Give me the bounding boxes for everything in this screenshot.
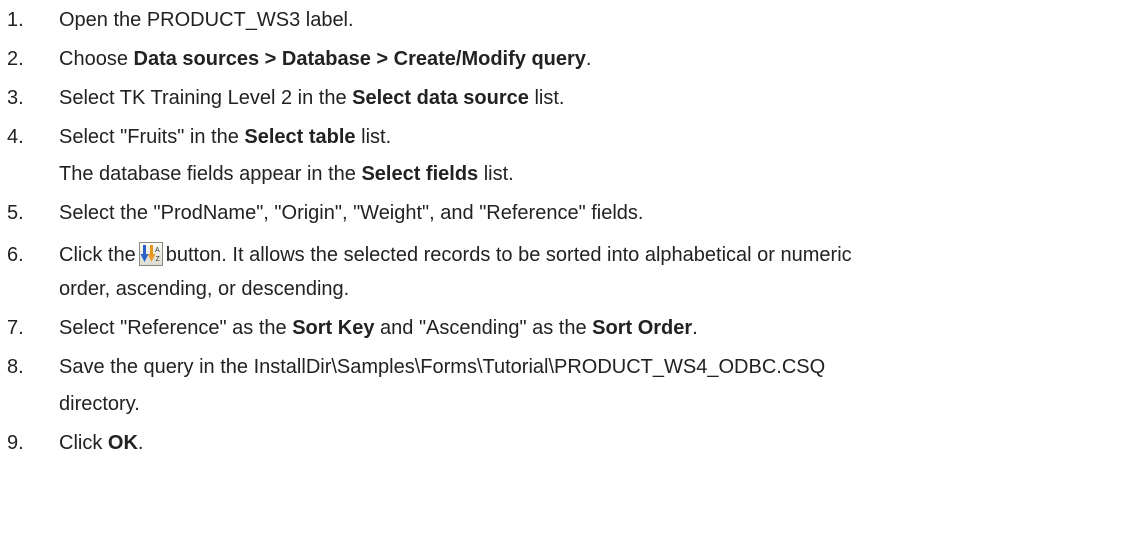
select-data-source-term: Select data source xyxy=(352,87,529,109)
sort-records-icon: A Z xyxy=(138,242,163,266)
step-text: directory. xyxy=(59,393,140,415)
step-text: Open the PRODUCT_WS3 label. xyxy=(59,9,354,31)
step-number: 4. xyxy=(7,126,24,148)
step-text: Save the query in the InstallDir\Samples… xyxy=(59,356,826,378)
svg-text:Z: Z xyxy=(155,256,160,263)
step-number: 7. xyxy=(7,317,24,339)
step-text: The database fields appear in the Select… xyxy=(59,163,514,185)
step-text: Click OK. xyxy=(59,432,144,454)
select-fields-term: Select fields xyxy=(361,163,479,185)
sort-key-term: Sort Key xyxy=(292,317,375,339)
svg-text:A: A xyxy=(155,247,160,254)
select-table-term: Select table xyxy=(244,126,356,148)
step-text: Choose Data sources > Database > Create/… xyxy=(59,48,592,70)
step-number: 8. xyxy=(7,356,24,378)
step-text: Click the A Z button. It allows the sele… xyxy=(59,242,852,266)
ok-term: OK xyxy=(107,432,138,454)
step-number: 2. xyxy=(7,48,24,70)
step-text: Select "Reference" as the Sort Key and "… xyxy=(59,317,698,339)
step-number: 1. xyxy=(7,9,24,31)
step-text: Select TK Training Level 2 in the Select… xyxy=(59,87,565,109)
menu-path: Data sources > Database > Create/Modify … xyxy=(133,48,586,70)
step-text: order, ascending, or descending. xyxy=(59,278,350,300)
step-number: 6. xyxy=(7,244,24,266)
step-text: Select "Fruits" in the Select table list… xyxy=(59,126,392,148)
step-number: 9. xyxy=(7,432,24,454)
step-text: Select the "ProdName", "Origin", "Weight… xyxy=(59,202,644,224)
step-number: 5. xyxy=(7,202,24,224)
instruction-steps: 1. Open the PRODUCT_WS3 label. 2. Choose… xyxy=(0,0,1139,560)
sort-order-term: Sort Order xyxy=(592,317,693,339)
step-number: 3. xyxy=(7,87,24,109)
